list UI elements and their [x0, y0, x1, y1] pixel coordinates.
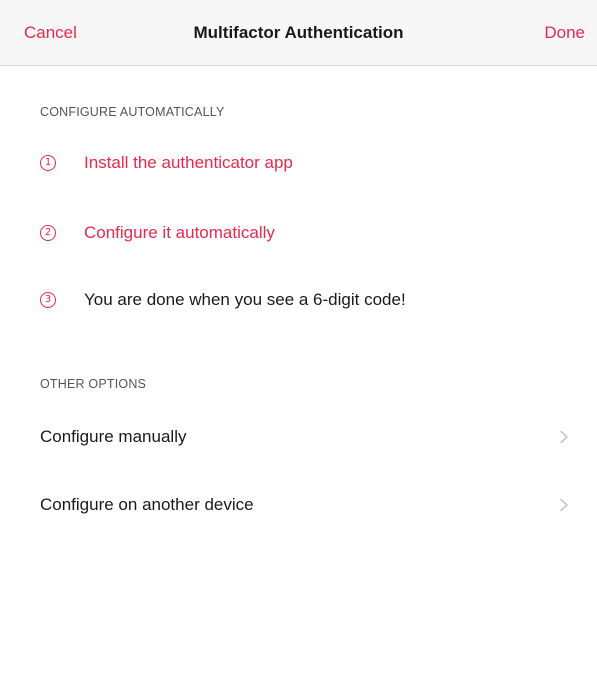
step-number-1-icon: 1: [40, 155, 56, 171]
step-install-app[interactable]: 1 Install the authenticator app: [40, 150, 293, 176]
cancel-button[interactable]: Cancel: [24, 22, 77, 44]
step-number-3-icon: 3: [40, 292, 56, 308]
section-header-configure-automatically: CONFIGURE AUTOMATICALLY: [40, 105, 225, 119]
done-instruction-text: You are done when you see a 6-digit code…: [84, 290, 406, 309]
configure-another-device-row[interactable]: Configure on another device: [40, 483, 597, 527]
mfa-screen: Cancel Multifactor Authentication Done C…: [0, 0, 597, 692]
step-done-info: 3 You are done when you see a 6-digit co…: [40, 287, 406, 313]
section-header-other-options: OTHER OPTIONS: [40, 377, 147, 391]
navigation-bar: Cancel Multifactor Authentication Done: [0, 0, 597, 66]
chevron-right-icon: [560, 430, 568, 444]
chevron-right-icon: [560, 498, 568, 512]
configure-automatically-link[interactable]: Configure it automatically: [84, 222, 275, 244]
configure-manually-row[interactable]: Configure manually: [40, 415, 597, 459]
step-number-2-icon: 2: [40, 225, 56, 241]
done-button[interactable]: Done: [544, 22, 585, 44]
configure-another-device-label: Configure on another device: [40, 495, 254, 514]
install-authenticator-link[interactable]: Install the authenticator app: [84, 152, 293, 174]
page-title: Multifactor Authentication: [193, 23, 404, 42]
configure-manually-label: Configure manually: [40, 427, 187, 446]
step-configure-automatically[interactable]: 2 Configure it automatically: [40, 220, 275, 246]
